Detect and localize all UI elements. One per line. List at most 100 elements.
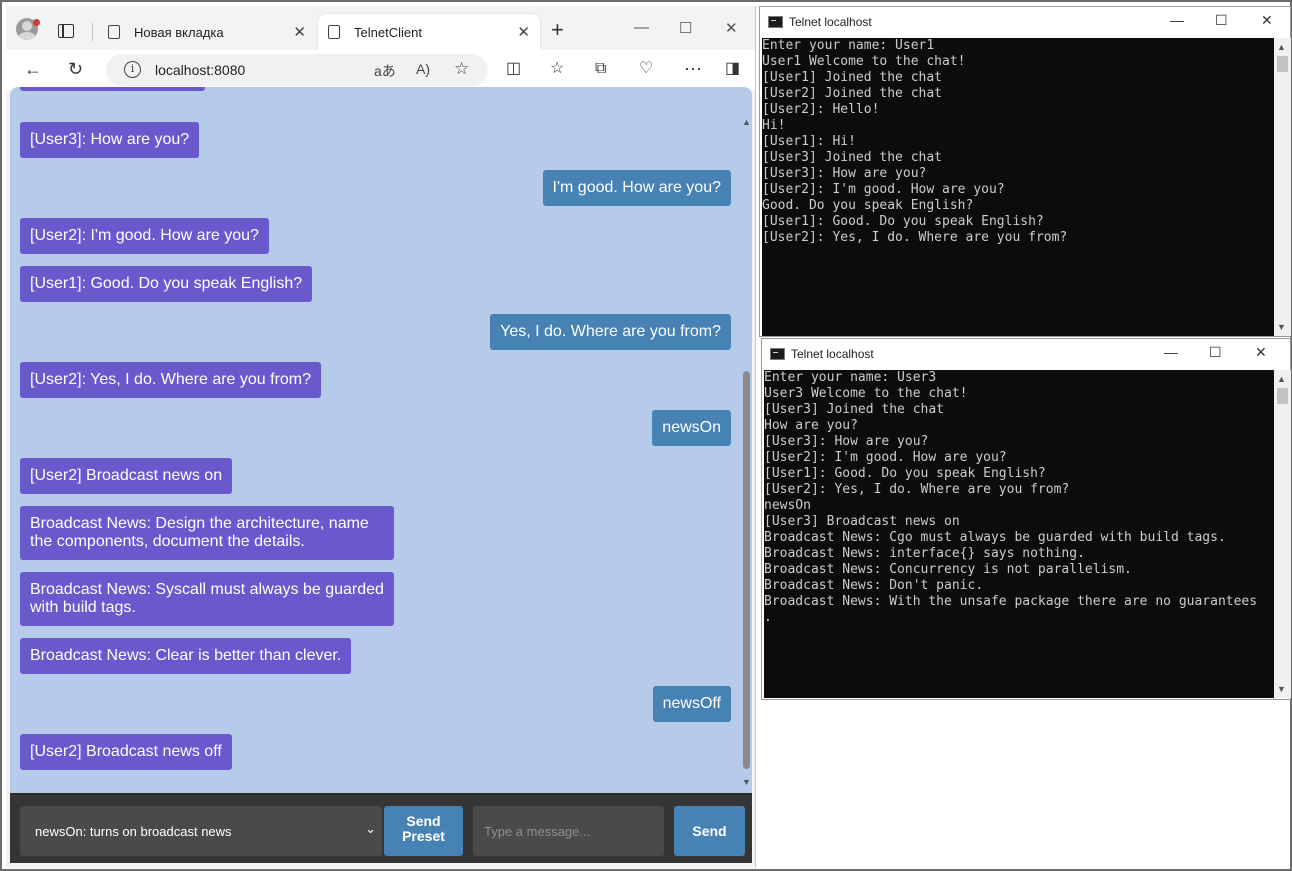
chat-message-incoming: [User2]: Yes, I do. Where are you from? xyxy=(20,362,322,398)
console-line: Broadcast News: With the unsafe package … xyxy=(764,594,1258,609)
telnet-titlebar[interactable]: Telnet localhost — ☐ ✕ xyxy=(760,7,1290,37)
scroll-up-arrow-icon[interactable]: ▲ xyxy=(1277,42,1286,52)
maximize-button[interactable]: ☐ xyxy=(1209,344,1222,361)
chevron-down-icon: ⌄ xyxy=(365,821,376,836)
scroll-down-arrow-icon[interactable]: ▼ xyxy=(1277,684,1286,694)
browser-essentials-icon[interactable]: ♡ xyxy=(639,59,653,79)
send-button[interactable]: Send xyxy=(674,806,745,856)
translate-icon[interactable]: aあ xyxy=(374,61,396,81)
maximize-button[interactable]: ☐ xyxy=(1215,12,1228,29)
tab-telnet-client[interactable]: TelnetClient ✕ xyxy=(318,14,540,50)
telnet-scrollbar-thumb[interactable] xyxy=(1277,388,1288,404)
chat-message-incoming: [User2] Broadcast news off xyxy=(20,734,232,770)
chat-message-partial xyxy=(20,87,205,91)
close-button[interactable]: ✕ xyxy=(1255,344,1267,361)
console-line: Broadcast News: Don't panic. xyxy=(764,578,984,593)
sidebar-toggle-icon[interactable]: ◨ xyxy=(725,59,740,79)
chat-scrollbar[interactable]: ▲ ▼ xyxy=(740,109,752,797)
console-line: [User1]: Hi! xyxy=(762,134,856,149)
new-tab-button[interactable]: + xyxy=(551,19,564,41)
favorite-star-icon[interactable]: ☆ xyxy=(454,59,469,79)
console-line: [User2]: I'm good. How are you? xyxy=(762,182,1005,197)
chat-message-incoming: [User3]: How are you? xyxy=(20,122,200,158)
back-arrow-icon[interactable]: ← xyxy=(24,59,42,79)
collections-icon[interactable]: ⧉ xyxy=(595,59,606,79)
console-line: [User1] Joined the chat xyxy=(762,70,943,85)
favorites-icon[interactable]: ☆ xyxy=(550,59,564,79)
maximize-button[interactable]: ☐ xyxy=(679,19,692,37)
console-line: Broadcast News: Concurrency is not paral… xyxy=(764,562,1132,577)
console-line: [User3] Joined the chat xyxy=(764,402,945,417)
tab-new-tab[interactable]: Новая вкладка ✕ xyxy=(98,14,316,50)
chat-message-outgoing: newsOff xyxy=(652,686,731,722)
refresh-icon[interactable]: ↻ xyxy=(68,59,83,79)
send-preset-button[interactable]: Send Preset xyxy=(384,806,463,856)
telnet-window-user1: Telnet localhost — ☐ ✕ Enter your name: … xyxy=(759,6,1291,337)
more-options-icon[interactable]: ⋯ xyxy=(684,59,702,79)
telnet-window-title: Telnet localhost xyxy=(789,15,872,29)
console-line: [User2]: Hello! xyxy=(762,102,880,117)
telnet-scrollbar-thumb[interactable] xyxy=(1277,56,1288,72)
telnet-console-output[interactable]: Enter your name: User1 User1 Welcome to t… xyxy=(762,38,1274,336)
telnet-window-user3: Telnet localhost — ☐ ✕ Enter your name: … xyxy=(761,338,1291,700)
tab-close-icon[interactable]: ✕ xyxy=(293,23,306,41)
chat-message-incoming: [User2] Broadcast news on xyxy=(20,458,233,494)
split-screen-icon[interactable]: ◫ xyxy=(506,59,521,79)
console-line: newsOn xyxy=(764,498,811,513)
close-button[interactable]: ✕ xyxy=(1261,12,1273,29)
scroll-down-arrow-icon[interactable]: ▼ xyxy=(1277,322,1286,332)
telnet-window-title: Telnet localhost xyxy=(791,347,874,361)
console-line: Hi! xyxy=(762,118,786,133)
preset-select-value: newsOn: turns on broadcast news xyxy=(35,824,232,839)
console-line: [User3]: How are you? xyxy=(764,434,929,449)
notification-dot-icon xyxy=(33,19,40,26)
chat-message-incoming: Broadcast News: Design the architecture,… xyxy=(20,506,394,560)
console-line: [User3]: How are you? xyxy=(762,166,927,181)
chat-messages-area[interactable]: [User3]: How are you? I'm good. How are … xyxy=(10,87,752,797)
address-bar[interactable]: i localhost:8080 aあ A) ☆ xyxy=(106,54,488,86)
address-url[interactable]: localhost:8080 xyxy=(155,62,245,78)
chat-message-outgoing: newsOn xyxy=(652,410,731,446)
console-line: [User2]: I'm good. How are you? xyxy=(764,450,1007,465)
console-line: User3 Welcome to the chat! xyxy=(764,386,968,401)
send-preset-label-line2: Preset xyxy=(402,828,445,844)
desktop: Новая вкладка ✕ TelnetClient ✕ + — ☐ ✕ ←… xyxy=(0,0,1292,871)
console-line: [User1]: Good. Do you speak English? xyxy=(762,214,1044,229)
telnet-scrollbar[interactable]: ▲ ▼ xyxy=(1274,38,1291,336)
console-line: How are you? xyxy=(764,418,858,433)
telnet-titlebar[interactable]: Telnet localhost — ☐ ✕ xyxy=(762,339,1290,369)
read-aloud-icon[interactable]: A) xyxy=(416,61,430,77)
console-line: [User1]: Good. Do you speak English? xyxy=(764,466,1046,481)
console-line: Good. Do you speak English? xyxy=(762,198,974,213)
close-button[interactable]: ✕ xyxy=(725,19,738,37)
console-line: [User2]: Yes, I do. Where are you from? xyxy=(764,482,1070,497)
tab-close-icon[interactable]: ✕ xyxy=(517,23,530,41)
console-app-icon xyxy=(768,16,783,28)
minimize-button[interactable]: — xyxy=(634,19,649,36)
preset-select[interactable]: newsOn: turns on broadcast news ⌄ xyxy=(20,806,382,856)
telnet-scrollbar[interactable]: ▲ ▼ xyxy=(1274,370,1291,698)
site-info-icon[interactable]: i xyxy=(124,61,141,78)
console-line: Enter your name: User1 xyxy=(762,38,935,53)
tab-label: TelnetClient xyxy=(354,24,422,40)
telnet-console-output[interactable]: Enter your name: User3 User3 Welcome to t… xyxy=(764,370,1274,698)
chat-message-outgoing: Yes, I do. Where are you from? xyxy=(490,314,731,350)
page-icon xyxy=(328,25,340,39)
scroll-down-arrow-icon[interactable]: ▼ xyxy=(742,777,751,787)
console-line: [User2] Joined the chat xyxy=(762,86,943,101)
minimize-button[interactable]: — xyxy=(1164,344,1178,360)
scroll-up-arrow-icon[interactable]: ▲ xyxy=(1277,374,1286,384)
console-line: Broadcast News: Cgo must always be guard… xyxy=(764,530,1226,545)
minimize-button[interactable]: — xyxy=(1170,12,1184,28)
chat-message-incoming: [User1]: Good. Do you speak English? xyxy=(20,266,313,302)
message-input[interactable] xyxy=(473,806,664,856)
status-strip xyxy=(6,863,755,868)
tab-actions-icon[interactable] xyxy=(58,24,74,38)
console-line: . xyxy=(764,610,772,625)
chat-scrollbar-thumb[interactable] xyxy=(743,371,750,769)
console-app-icon xyxy=(770,348,785,360)
scroll-up-arrow-icon[interactable]: ▲ xyxy=(742,117,751,127)
send-preset-label-line1: Send xyxy=(406,813,441,829)
console-lines: Enter your name: User1 User1 Welcome to t… xyxy=(762,38,1274,246)
chat-message-incoming: Broadcast News: Syscall must always be g… xyxy=(20,572,394,626)
